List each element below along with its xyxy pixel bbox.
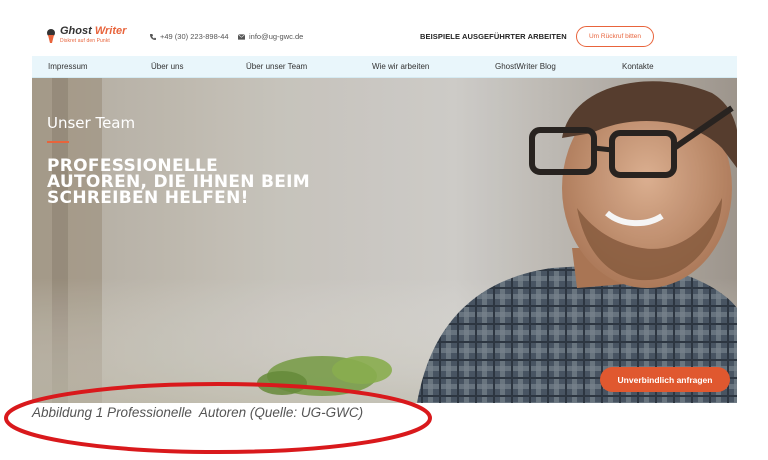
email-address: info@ug-gwc.de (249, 32, 304, 41)
hero-heading-line: SCHREIBEN HELFEN! (47, 188, 249, 208)
nav-item-kontakte[interactable]: Kontakte (622, 62, 654, 71)
phone-contact[interactable]: +49 (30) 223-898-44 (150, 32, 229, 41)
site-header: Ghost Writer Diskret auf den Punkt +49 (… (32, 22, 737, 54)
logo-title: Ghost Writer (60, 25, 127, 37)
nav-item-wie-wir-arbeiten[interactable]: Wie wir arbeiten (372, 62, 429, 71)
callback-button[interactable]: Um Rückruf bitten (576, 26, 654, 47)
examples-link[interactable]: BEISPIELE AUSGEFÜHRTER ARBEITEN (420, 32, 567, 41)
nav-item-ueber-uns[interactable]: Über uns (151, 62, 183, 71)
hero-title: Unser Team (47, 114, 136, 132)
figure-caption: Abbildung 1 Professionelle Autoren (Quel… (32, 405, 364, 420)
hero-title-divider (47, 141, 69, 143)
nav-item-impressum[interactable]: Impressum (48, 62, 88, 71)
mail-icon (238, 33, 245, 40)
hero-photo (32, 78, 737, 403)
nav-item-ueber-unser-team[interactable]: Über unser Team (246, 62, 307, 71)
hero-banner: Unser Team PROFESSIONELLE AUTOREN, DIE I… (32, 78, 737, 403)
quill-icon (47, 29, 55, 43)
main-nav: Impressum Über uns Über unser Team Wie w… (32, 56, 737, 78)
phone-icon (150, 33, 156, 40)
hero-heading: PROFESSIONELLE AUTOREN, DIE IHNEN BEIM S… (47, 158, 377, 208)
phone-number: +49 (30) 223-898-44 (160, 32, 229, 41)
request-button[interactable]: Unverbindlich anfragen (600, 367, 730, 392)
email-contact[interactable]: info@ug-gwc.de (238, 32, 303, 41)
ghostwriter-logo[interactable]: Ghost Writer Diskret auf den Punkt (46, 25, 136, 51)
nav-item-ghostwriter-blog[interactable]: GhostWriter Blog (495, 62, 556, 71)
logo-tagline: Diskret auf den Punkt (60, 38, 110, 44)
